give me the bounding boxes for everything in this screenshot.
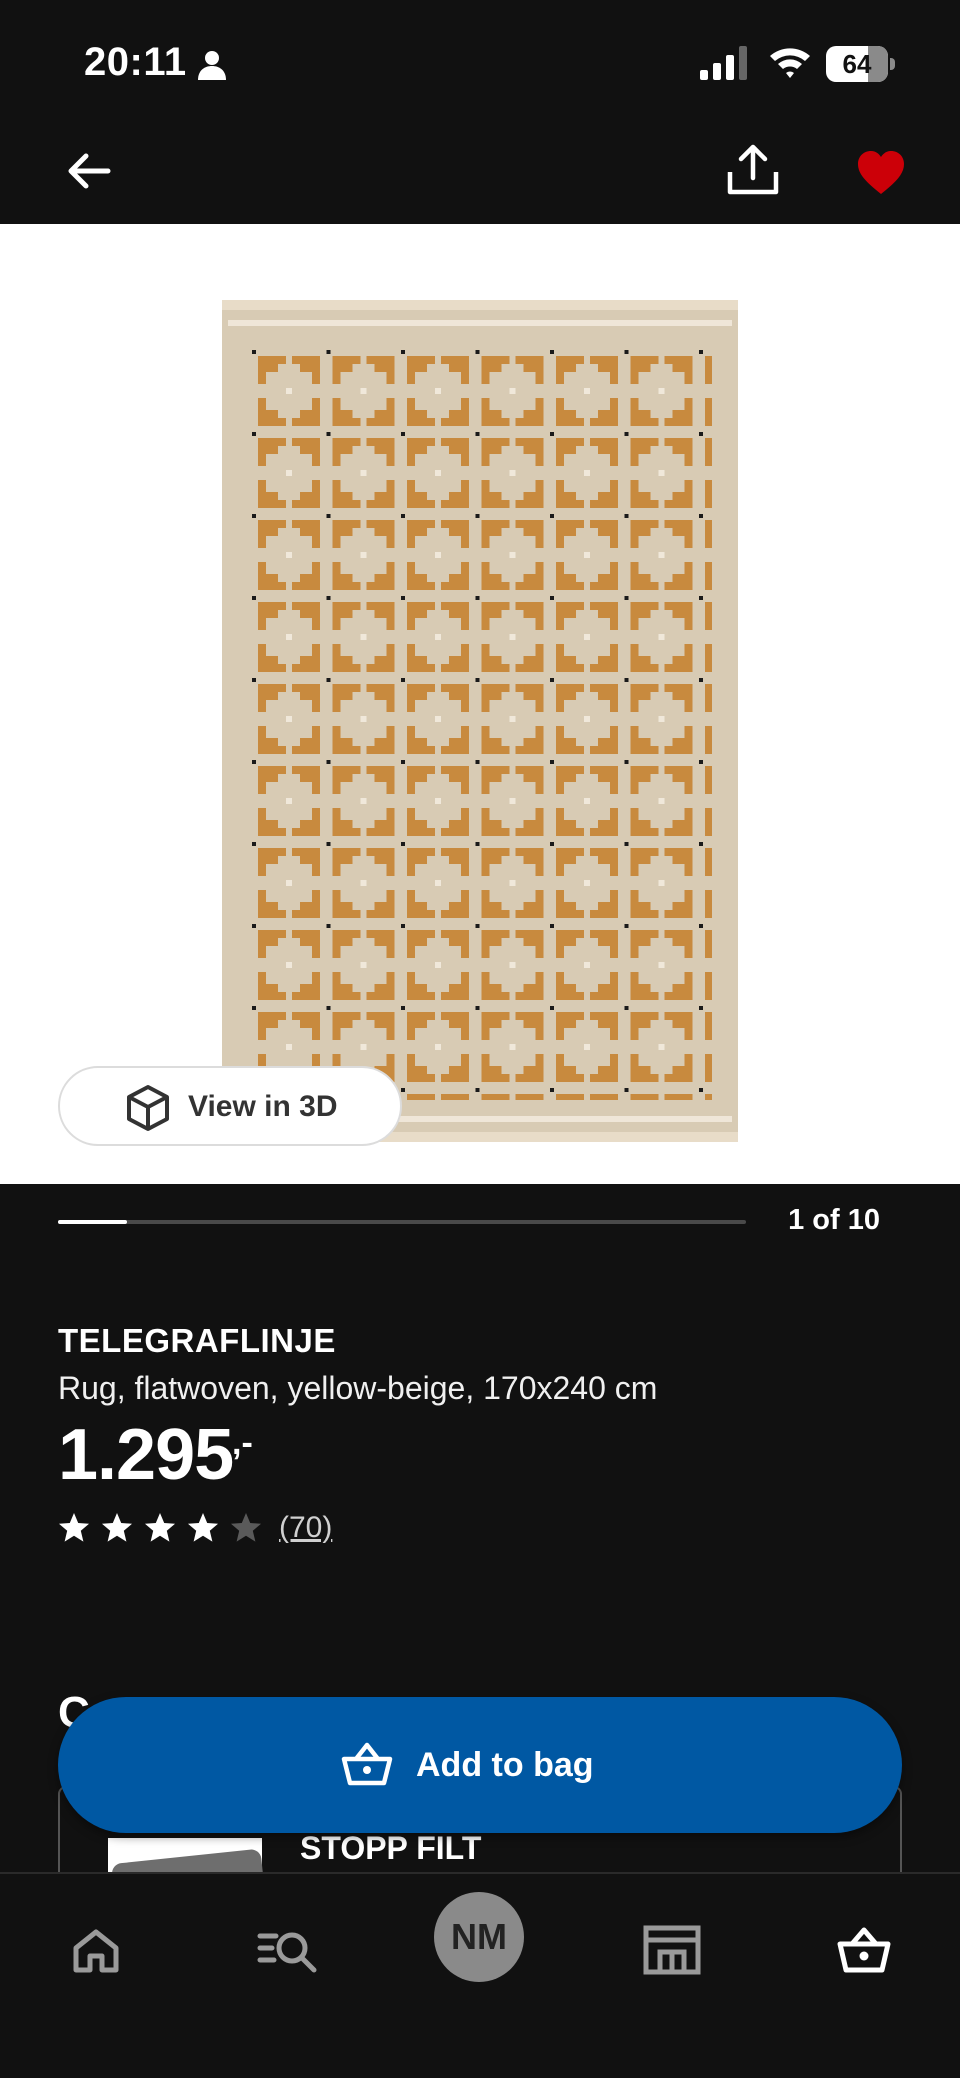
- battery-indicator: 64: [826, 46, 895, 82]
- status-bar: 20:11 64: [0, 0, 960, 130]
- product-price-suffix: ,-: [232, 1424, 253, 1462]
- star-empty-icon: [231, 1513, 261, 1542]
- battery-percent: 64: [842, 49, 872, 79]
- cube-icon: [127, 1085, 169, 1131]
- status-time: 20:11: [84, 40, 187, 84]
- product-price: 1.295: [58, 1415, 234, 1495]
- product-rating[interactable]: (70): [58, 1508, 332, 1548]
- app-header: [0, 130, 960, 224]
- add-to-bag-label: Add to bag: [416, 1746, 594, 1784]
- search-list-icon[interactable]: [248, 1910, 328, 1990]
- share-icon[interactable]: [724, 142, 782, 200]
- gallery-page-indicator: 1 of 10: [788, 1204, 880, 1236]
- bottom-navigation: NM: [0, 1872, 960, 2078]
- person-icon: [198, 51, 226, 80]
- gallery-progress-bar: [58, 1220, 746, 1224]
- gallery-progress-fill: [58, 1220, 127, 1224]
- star-filled-icon: [102, 1513, 132, 1542]
- related-product-title: STOPP FILT: [300, 1830, 482, 1866]
- profile-avatar[interactable]: NM: [434, 1892, 524, 1982]
- view-in-3d-button[interactable]: View in 3D: [58, 1066, 402, 1146]
- back-icon[interactable]: [64, 146, 114, 196]
- review-count-link[interactable]: (70): [279, 1511, 332, 1545]
- product-image-gallery[interactable]: View in 3D: [0, 224, 960, 1184]
- basket-nav-icon[interactable]: [824, 1910, 904, 1990]
- cellular-signal-icon: [700, 46, 747, 80]
- product-name: TELEGRAFLINJE: [58, 1322, 336, 1359]
- store-icon[interactable]: [632, 1910, 712, 1990]
- product-description: Rug, flatwoven, yellow-beige, 170x240 cm: [58, 1370, 658, 1406]
- product-image-rug: [222, 300, 738, 1142]
- star-filled-icon: [188, 1513, 218, 1542]
- home-icon[interactable]: [56, 1910, 136, 1990]
- heart-icon[interactable]: [856, 150, 906, 196]
- add-to-bag-button[interactable]: Add to bag: [58, 1697, 902, 1833]
- basket-icon: [341, 1742, 393, 1786]
- star-filled-icon: [59, 1513, 89, 1542]
- star-filled-icon: [145, 1513, 175, 1542]
- wifi-icon: [770, 48, 810, 78]
- rating-stars: [58, 1512, 273, 1544]
- profile-initials: NM: [451, 1916, 507, 1957]
- view-in-3d-label: View in 3D: [188, 1090, 338, 1123]
